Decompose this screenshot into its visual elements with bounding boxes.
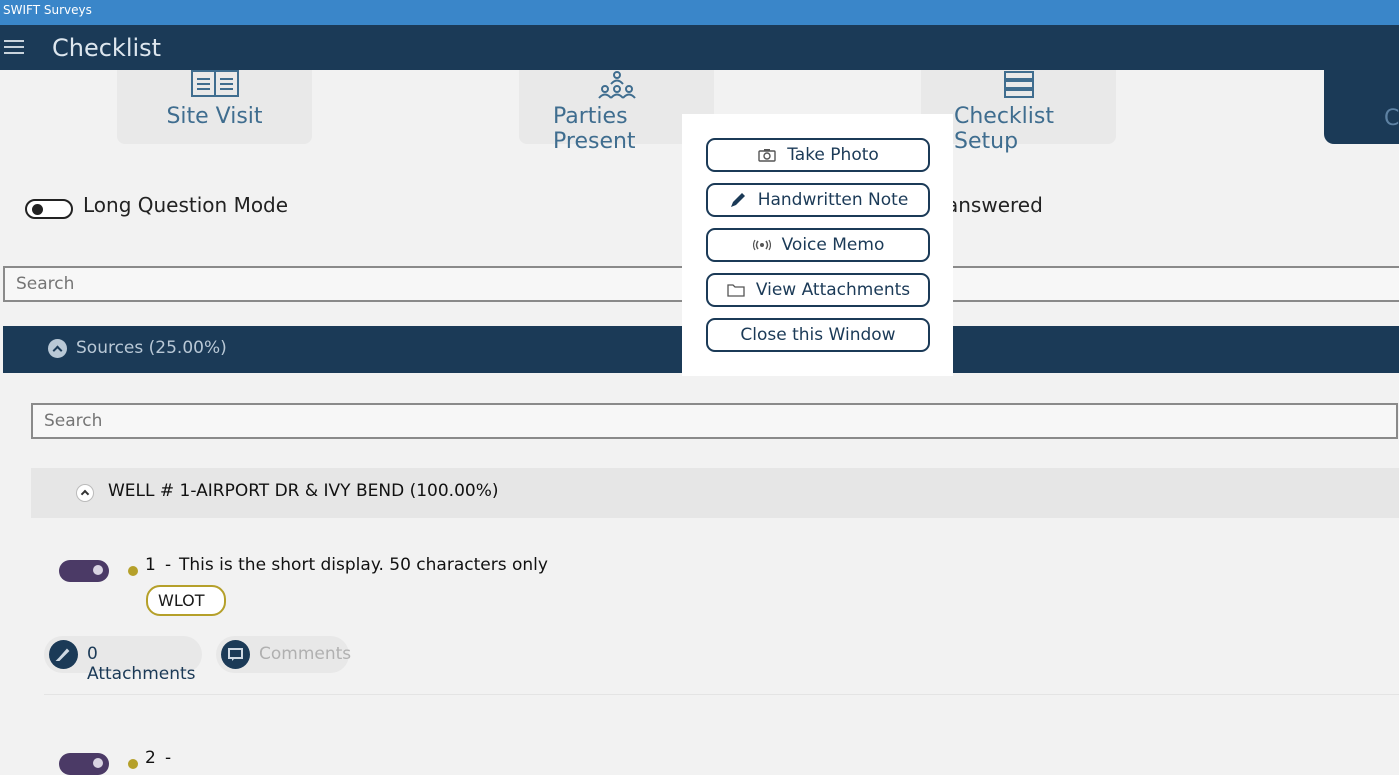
- comment-icon: [221, 640, 250, 669]
- question-2-toggle[interactable]: [59, 753, 109, 775]
- question-1-separator: -: [165, 555, 172, 575]
- close-window-label: Close this Window: [740, 325, 896, 345]
- page-title: Checklist: [52, 34, 162, 62]
- hamburger-icon[interactable]: [4, 40, 24, 54]
- chevron-up-icon[interactable]: [48, 339, 67, 358]
- pen-icon: [728, 192, 748, 208]
- voice-icon: [752, 237, 772, 253]
- answered-label: answered: [946, 193, 1043, 217]
- take-photo-button[interactable]: Take Photo: [706, 138, 930, 172]
- status-dot: [128, 759, 138, 769]
- tab-label: Checklist Setup: [954, 104, 1054, 154]
- sources-search-field[interactable]: [31, 403, 1398, 439]
- camera-icon: [757, 147, 777, 163]
- tab-active[interactable]: C: [1324, 70, 1399, 144]
- sources-label: Sources (25.00%): [76, 338, 227, 358]
- attachments-button[interactable]: 0 Attachments: [44, 636, 202, 684]
- checklist-setup-icon: [1003, 71, 1034, 98]
- chevron-up-icon[interactable]: [76, 484, 94, 502]
- question-2-separator: -: [165, 748, 172, 768]
- question-2-number: 2: [145, 748, 156, 768]
- question-1-number: 1: [145, 555, 156, 575]
- question-1-tag[interactable]: WLOT: [146, 585, 226, 616]
- app-header: Checklist: [0, 25, 1399, 70]
- well-section-header[interactable]: WELL # 1-AIRPORT DR & IVY BEND (100.00%): [31, 468, 1399, 518]
- handwritten-note-button[interactable]: Handwritten Note: [706, 183, 930, 217]
- handwritten-note-label: Handwritten Note: [757, 190, 909, 210]
- attachments-label: 0 Attachments: [87, 644, 196, 684]
- close-window-button[interactable]: Close this Window: [706, 318, 930, 352]
- question-1-toggle[interactable]: [59, 560, 109, 582]
- view-attachments-label: View Attachments: [755, 280, 911, 300]
- question-1-text: This is the short display. 50 characters…: [179, 555, 548, 575]
- comments-button[interactable]: Comments: [216, 636, 352, 673]
- tab-label: C: [1384, 106, 1399, 131]
- view-attachments-button[interactable]: View Attachments: [706, 273, 930, 307]
- window-titlebar: SWIFT Surveys: [0, 0, 1399, 25]
- window-title: SWIFT Surveys: [3, 3, 92, 17]
- divider: [44, 694, 1399, 695]
- long-question-mode-toggle[interactable]: [25, 199, 73, 219]
- sources-search-input[interactable]: [44, 405, 1396, 437]
- well-label: WELL # 1-AIRPORT DR & IVY BEND (100.00%): [108, 481, 499, 501]
- long-question-mode-label: Long Question Mode: [83, 193, 289, 217]
- tab-site-visit[interactable]: Site Visit: [117, 70, 312, 144]
- voice-memo-label: Voice Memo: [781, 235, 885, 255]
- voice-memo-button[interactable]: Voice Memo: [706, 228, 930, 262]
- tab-label: Site Visit: [166, 104, 263, 129]
- status-dot: [128, 566, 138, 576]
- site-visit-icon: [190, 70, 239, 97]
- pencil-icon: [49, 640, 78, 669]
- parties-icon: [597, 71, 636, 99]
- attachment-options-dialog: Take Photo Handwritten Note Voice Memo V…: [682, 114, 953, 376]
- take-photo-label: Take Photo: [787, 145, 879, 165]
- comments-label: Comments: [259, 644, 352, 664]
- folder-icon: [726, 282, 746, 298]
